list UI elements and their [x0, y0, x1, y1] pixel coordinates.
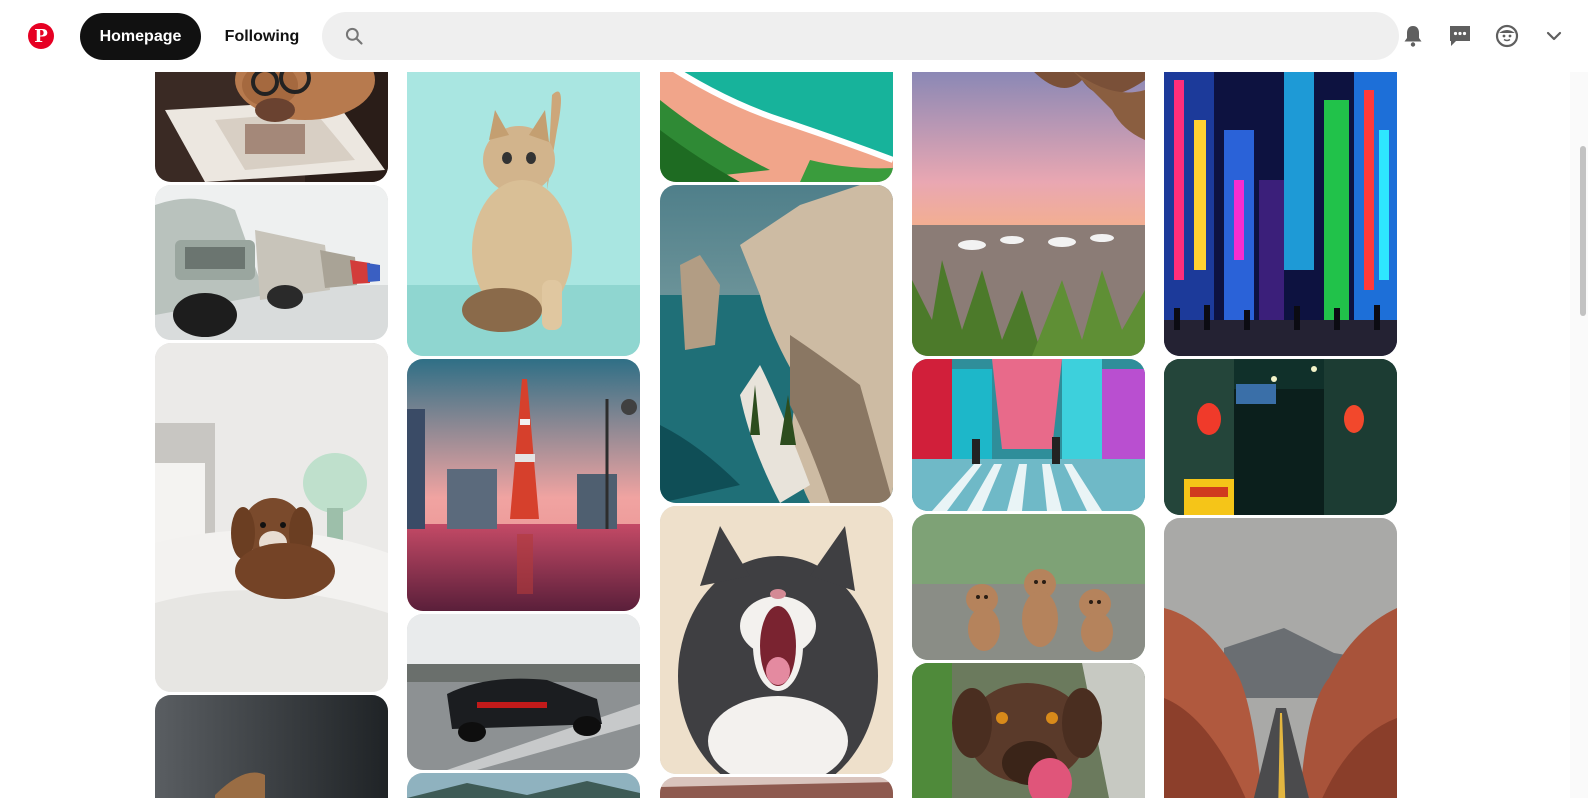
- following-tab[interactable]: Following: [206, 13, 318, 60]
- pin-grid: [0, 0, 1570, 798]
- messages-icon[interactable]: [1448, 24, 1472, 48]
- pin-desert-road[interactable]: [1164, 518, 1397, 798]
- homepage-tab[interactable]: Homepage: [80, 13, 201, 60]
- scrollbar-thumb[interactable]: [1580, 146, 1586, 316]
- pin-vintage-cars-row[interactable]: [155, 185, 388, 340]
- search-input[interactable]: [378, 12, 1382, 62]
- pin-cliff-coast[interactable]: [660, 185, 893, 503]
- pin-partial-photo[interactable]: [660, 777, 893, 798]
- pin-kitten-raising-paw[interactable]: [407, 40, 640, 356]
- pin-japanese-alley[interactable]: [1164, 359, 1397, 515]
- pin-neon-crosswalk[interactable]: [912, 359, 1145, 511]
- search-icon: [345, 27, 363, 45]
- pin-black-sports-car[interactable]: [407, 614, 640, 770]
- bell-icon[interactable]: [1401, 24, 1425, 48]
- pin-dog-licking[interactable]: [912, 663, 1145, 798]
- pin-dark-photo[interactable]: [155, 695, 388, 798]
- page-scrollbar[interactable]: [1570, 72, 1588, 798]
- pin-neon-city-night[interactable]: [1164, 40, 1397, 356]
- pin-three-puppies[interactable]: [912, 514, 1145, 660]
- avatar-icon[interactable]: [1495, 24, 1519, 48]
- pin-puppy-on-bed[interactable]: [155, 343, 388, 692]
- pin-tokyo-tower-sunset[interactable]: [407, 359, 640, 611]
- pinterest-logo-icon[interactable]: P: [28, 23, 54, 49]
- pin-beach-sunset[interactable]: [912, 40, 1145, 356]
- chevron-down-icon[interactable]: [1542, 24, 1566, 48]
- top-header: P Homepage Following: [0, 0, 1588, 72]
- pin-teal-landscape[interactable]: [407, 773, 640, 798]
- search-bar[interactable]: [322, 12, 1399, 62]
- pin-yawning-cat[interactable]: [660, 506, 893, 774]
